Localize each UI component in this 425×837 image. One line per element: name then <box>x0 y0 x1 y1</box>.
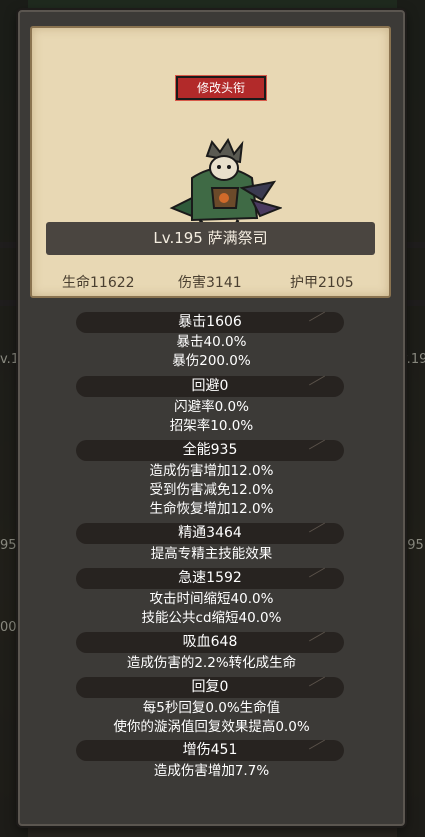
section-line: 招架率10.0% <box>169 418 254 434</box>
section-line: 攻击时间缩短40.0% <box>149 591 274 607</box>
section-header-avoid: 回避0 <box>76 376 344 397</box>
character-info-panel: 修改头衔 Lv.195 萨满祭司 生命11622 伤害3141 护甲2105 暴… <box>18 10 405 826</box>
section-line: 受到伤害减免12.0% <box>149 482 274 498</box>
section-header-lifesteal: 吸血648 <box>76 632 344 653</box>
section-line: 造成伤害增加7.7% <box>153 763 270 779</box>
stat-hp: 生命11622 <box>62 275 135 291</box>
stat-armor: 护甲2105 <box>290 275 354 291</box>
section-header-regen: 回复0 <box>76 677 344 698</box>
section-line: 造成伤害的2.2%转化成生命 <box>126 655 297 671</box>
section-header-versatility: 全能935 <box>76 440 344 461</box>
section-header-damage-bonus: 增伤451 <box>76 740 344 761</box>
background-number-left-2: 00 <box>0 620 17 635</box>
section-line: 使你的漩涡值回复效果提高0.0% <box>113 719 310 735</box>
section-header-mastery: 精通3464 <box>76 523 344 544</box>
section-line: 闪避率0.0% <box>174 399 249 415</box>
section-line: 提高专精主技能效果 <box>150 546 273 562</box>
edit-title-button[interactable]: 修改头衔 <box>175 75 267 101</box>
section-line: 暴击40.0% <box>176 334 247 350</box>
section-header-haste: 急速1592 <box>76 568 344 589</box>
character-name-bar: Lv.195 萨满祭司 <box>46 222 375 255</box>
character-card: 修改头衔 Lv.195 萨满祭司 生命11622 伤害3141 护甲2105 <box>30 26 391 298</box>
background-number-left: 95 <box>0 538 17 553</box>
section-line: 技能公共cd缩短40.0% <box>141 610 282 626</box>
section-line: 生命恢复增加12.0% <box>149 501 274 517</box>
section-line: 暴伤200.0% <box>172 353 251 369</box>
section-line: 每5秒回复0.0%生命值 <box>142 700 281 716</box>
section-header-crit: 暴击1606 <box>76 312 344 333</box>
section-line: 造成伤害增加12.0% <box>149 463 274 479</box>
stat-damage: 伤害3141 <box>178 275 242 291</box>
